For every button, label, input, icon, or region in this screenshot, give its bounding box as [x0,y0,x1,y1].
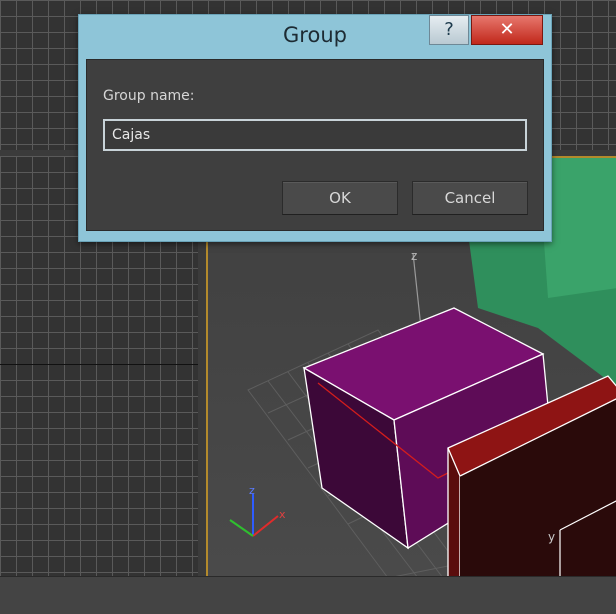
help-button[interactable]: ? [429,15,469,45]
gizmo-z-label: z [249,484,255,497]
group-name-label: Group name: [103,88,195,104]
red-box-y-label: y [548,530,555,544]
group-dialog: Group ? ✕ Group name: OK Cancel [78,14,552,242]
group-name-input[interactable] [103,119,527,151]
z-axis-label: z [411,249,417,263]
close-button[interactable]: ✕ [471,15,543,45]
dialog-body: Group name: OK Cancel [86,59,544,231]
viewport-left-axis-line [0,364,198,365]
viewport-bottom-bar [0,576,616,614]
ok-button[interactable]: OK [282,181,398,215]
axis-gizmo: z x [229,484,286,537]
cancel-button[interactable]: Cancel [412,181,528,215]
gizmo-x-label: x [279,508,286,521]
